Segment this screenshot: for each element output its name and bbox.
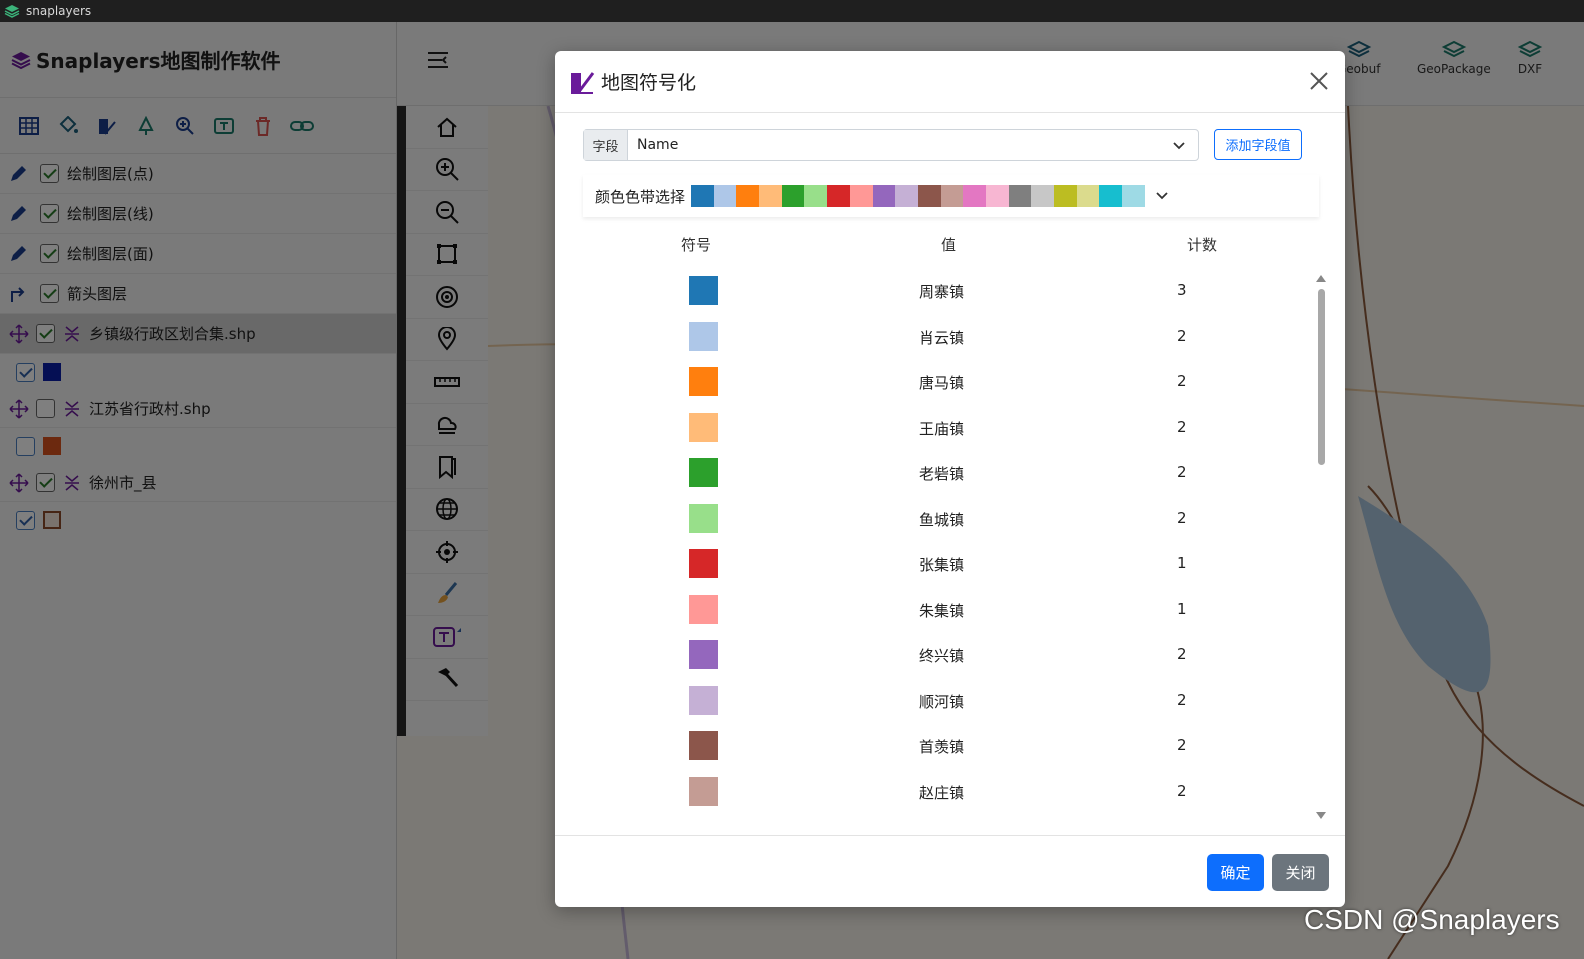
table-row[interactable]: 王庙镇 2: [583, 406, 1313, 451]
dialog-footer: 确定 关闭: [555, 835, 1345, 907]
field-select-value: Name: [637, 137, 679, 153]
table-row[interactable]: 肖云镇 2: [583, 315, 1313, 360]
symbol-swatch[interactable]: [689, 549, 718, 578]
ramp-color-swatch: [1008, 185, 1032, 207]
ramp-color-swatch: [849, 185, 873, 207]
ramp-color-swatch: [827, 185, 850, 207]
table-scrollbar[interactable]: [1315, 273, 1327, 821]
symbol-swatch[interactable]: [689, 731, 718, 760]
table-row[interactable]: 终兴镇 2: [583, 633, 1313, 678]
row-value: 终兴镇: [919, 647, 965, 665]
symbol-swatch[interactable]: [689, 594, 718, 624]
row-count: 3: [1177, 281, 1187, 299]
ramp-color-swatch: [963, 185, 986, 207]
table-row[interactable]: 张集镇 1: [583, 542, 1313, 587]
ramp-color-swatch: [713, 185, 737, 207]
scroll-thumb[interactable]: [1318, 289, 1325, 465]
symbol-swatch[interactable]: [689, 367, 718, 396]
field-select[interactable]: Name: [628, 130, 1198, 160]
symbol-swatch[interactable]: [689, 321, 718, 351]
color-ramp-selector[interactable]: 颜色色带选择: [583, 175, 1319, 217]
row-value: 老砦镇: [919, 465, 965, 483]
row-value: 鱼城镇: [919, 510, 965, 529]
table-row[interactable]: 周寨镇 3: [583, 269, 1313, 314]
table-row[interactable]: 赵庄镇 2: [583, 770, 1313, 815]
table-row[interactable]: 朱集镇 1: [583, 588, 1313, 633]
symbol-swatch[interactable]: [689, 776, 718, 806]
window-title: snaplayers: [26, 4, 92, 18]
close-button[interactable]: 关闭: [1272, 854, 1329, 891]
ramp-color-swatch: [1054, 185, 1077, 207]
row-value: 顺河镇: [919, 692, 965, 711]
ramp-color-swatch: [1076, 185, 1100, 207]
ramp-color-swatch: [691, 185, 714, 207]
row-count: 2: [1177, 736, 1187, 754]
dialog-title: 地图符号化: [601, 72, 697, 94]
ramp-color-swatch: [759, 185, 782, 207]
window-titlebar: snaplayers: [0, 0, 1584, 22]
row-count: 1: [1177, 599, 1187, 618]
row-count: 2: [1177, 326, 1187, 345]
dialog-header: 地图符号化: [555, 51, 1345, 113]
table-row[interactable]: 鱼城镇 2: [583, 497, 1313, 542]
row-value: 肖云镇: [919, 328, 965, 347]
row-count: 2: [1177, 417, 1187, 436]
row-value: 赵庄镇: [919, 783, 965, 802]
add-field-values-button[interactable]: 添加字段值: [1214, 129, 1302, 160]
column-header-count: 计数: [1187, 236, 1218, 254]
confirm-button[interactable]: 确定: [1207, 854, 1264, 891]
color-ramp-label: 颜色色带选择: [595, 187, 686, 206]
table-row[interactable]: 首羡镇 2: [583, 724, 1313, 769]
symbol-swatch[interactable]: [689, 412, 718, 442]
close-icon[interactable]: [1307, 69, 1331, 93]
chevron-down-icon[interactable]: [1155, 189, 1169, 203]
ramp-color-swatch: [917, 185, 941, 207]
ramp-color-swatch: [736, 185, 760, 207]
row-count: 1: [1177, 554, 1187, 572]
field-selector: 字段 Name: [583, 129, 1199, 161]
row-value: 唐马镇: [919, 374, 965, 392]
row-value: 周寨镇: [919, 283, 965, 301]
ramp-color-swatch: [1122, 185, 1145, 207]
field-label: 字段: [584, 130, 628, 160]
symbol-swatch[interactable]: [689, 685, 718, 715]
layers-logo-icon: [4, 5, 20, 18]
row-value: 首羡镇: [919, 738, 965, 756]
ramp-color-swatch: [872, 185, 896, 207]
ramp-color-swatch: [781, 185, 805, 207]
color-ramp[interactable]: [691, 185, 1145, 207]
symbol-table-header: 符号 值 计数: [583, 231, 1319, 259]
ramp-color-swatch: [940, 185, 964, 207]
table-row[interactable]: 唐马镇 2: [583, 360, 1313, 405]
row-count: 2: [1177, 781, 1187, 800]
scroll-up-icon[interactable]: [1316, 275, 1326, 282]
symbol-swatch[interactable]: [689, 276, 718, 305]
column-header-value: 值: [941, 236, 957, 254]
watermark: CSDN @Snaplayers: [1304, 904, 1560, 935]
symbol-swatch[interactable]: [689, 640, 718, 669]
row-count: 2: [1177, 463, 1187, 481]
scroll-down-icon[interactable]: [1316, 812, 1326, 819]
ramp-color-swatch: [895, 185, 918, 207]
row-count: 2: [1177, 372, 1187, 390]
row-count: 2: [1177, 690, 1187, 709]
symbol-swatch[interactable]: [689, 458, 718, 487]
chevron-down-icon: [1173, 142, 1185, 150]
ramp-color-swatch: [804, 185, 828, 207]
table-row[interactable]: 顺河镇 2: [583, 679, 1313, 724]
row-value: 王庙镇: [919, 419, 965, 438]
row-count: 2: [1177, 645, 1187, 663]
row-value: 朱集镇: [919, 601, 965, 620]
table-row[interactable]: 老砦镇 2: [583, 451, 1313, 496]
symbolize-dialog: 地图符号化 字段 Name 添加字段值 颜色色带选择 符号 值 计数 周寨镇 3 肖…: [555, 51, 1345, 907]
column-header-symbol: 符号: [681, 236, 712, 254]
ramp-color-swatch: [1031, 185, 1055, 207]
ramp-color-swatch: [985, 185, 1009, 207]
symbolize-icon: [571, 71, 595, 94]
ramp-color-swatch: [1099, 185, 1123, 207]
row-value: 张集镇: [919, 556, 965, 574]
row-count: 2: [1177, 508, 1187, 527]
symbol-swatch[interactable]: [689, 503, 718, 533]
symbol-table-body[interactable]: 周寨镇 3 肖云镇 2 唐马镇 2 王庙镇 2 老砦镇 2 鱼城镇 2 张集镇 1 朱集镇 1 终兴镇 2 顺河镇 2…: [583, 269, 1319, 819]
